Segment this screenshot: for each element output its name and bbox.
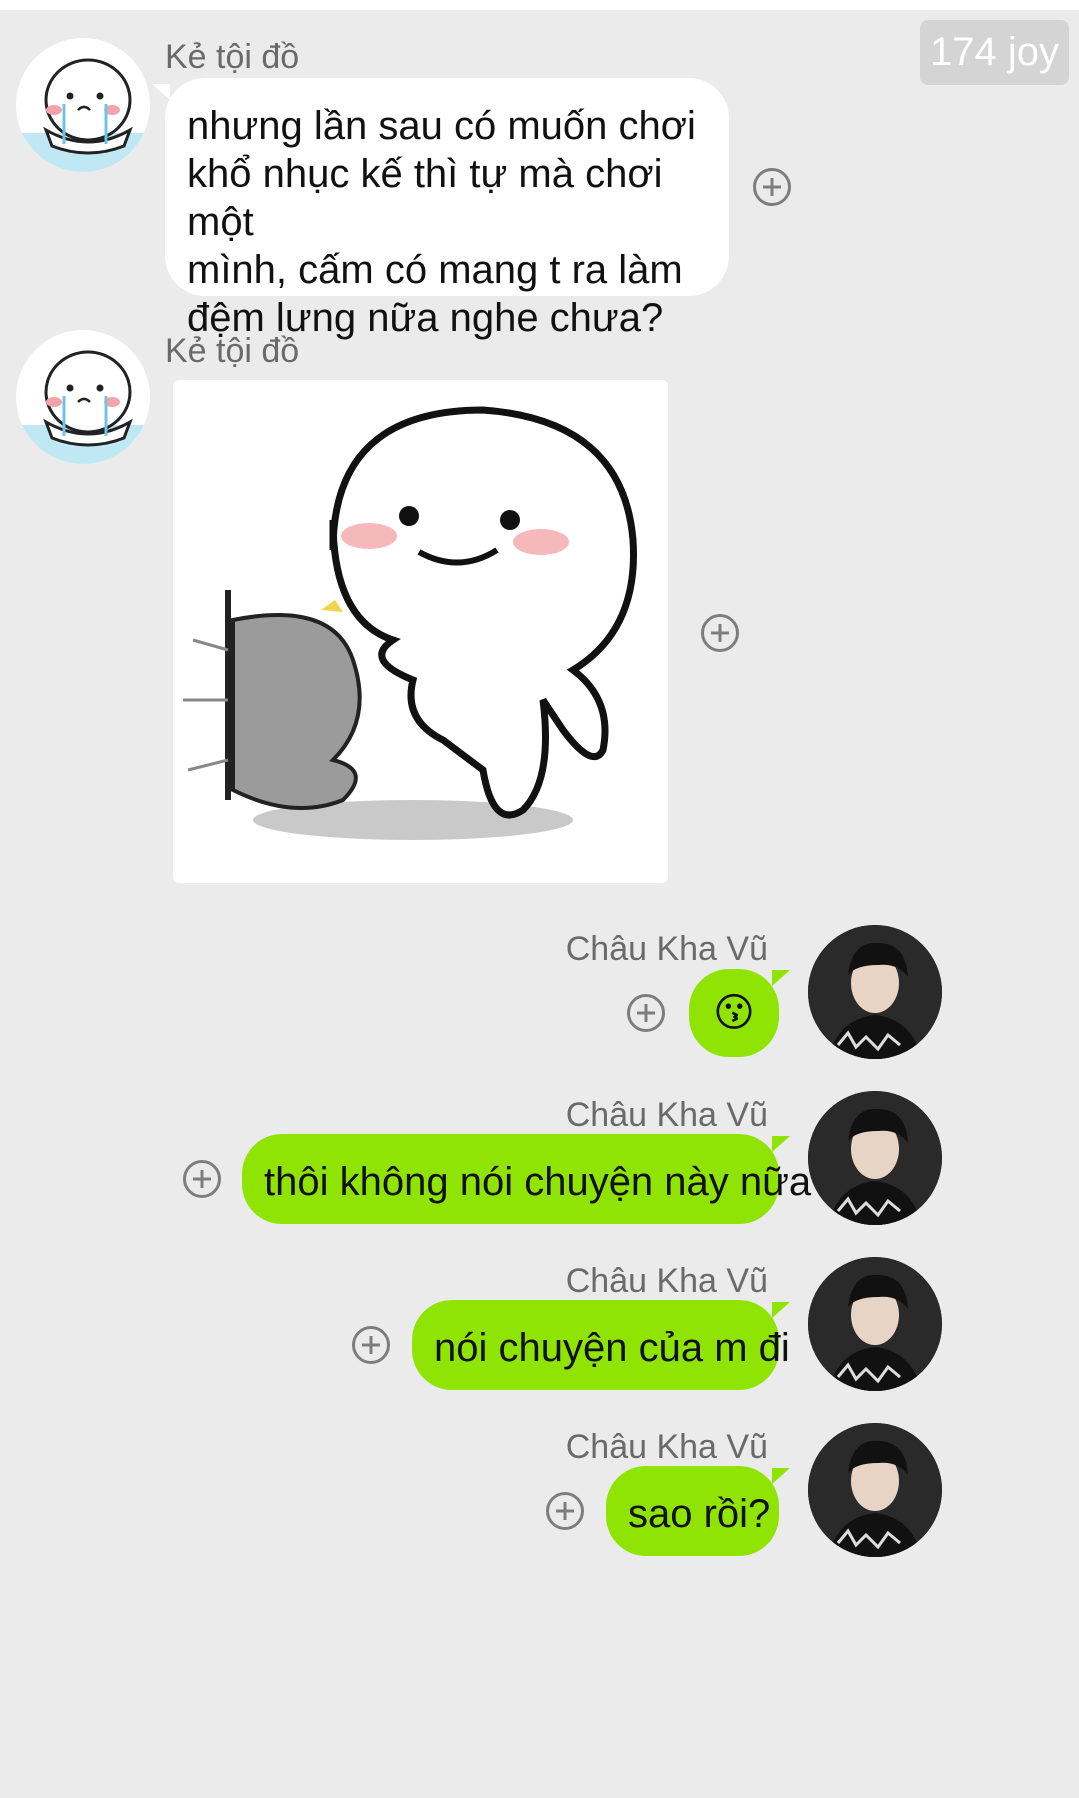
add-reaction-icon[interactable] [546, 1492, 584, 1530]
crying-blob-avatar-icon [16, 350, 150, 464]
add-reaction-icon[interactable] [352, 1326, 390, 1364]
message-bubble-outgoing[interactable]: 😗 [689, 969, 779, 1057]
add-reaction-icon[interactable] [753, 168, 791, 206]
sender-name: Kẻ tội đồ [165, 38, 300, 76]
sender-name: Châu Kha Vũ [565, 930, 768, 968]
avatar-other[interactable] [16, 38, 150, 172]
message-text: sao rồi? [628, 1492, 771, 1536]
message-line: nhưng lần sau có muốn chơi [187, 104, 696, 148]
message-bubble-incoming[interactable]: nhưng lần sau có muốn chơi khổ nhục kế t… [165, 78, 729, 340]
bubble-tail [772, 1468, 790, 1484]
watermark: 174 joy [920, 20, 1069, 85]
bubble-tail [772, 970, 790, 986]
sender-name: Châu Kha Vũ [565, 1428, 768, 1466]
message-bubble-outgoing[interactable]: sao rồi? [606, 1466, 779, 1556]
add-reaction-icon[interactable] [701, 614, 739, 652]
avatar-me[interactable] [808, 925, 942, 1059]
crying-blob-avatar-icon [16, 58, 150, 172]
message-bubble-outgoing[interactable]: nói chuyện của m đi [412, 1300, 790, 1390]
avatar-me[interactable] [808, 1423, 942, 1557]
blob-kicking-sticker-icon [183, 406, 637, 840]
bubble-tail [772, 1136, 790, 1152]
message-text: thôi không nói chuyện này nữa [264, 1160, 812, 1204]
bubble-tail [152, 84, 170, 100]
profile-photo-icon [808, 1257, 942, 1391]
sticker-message[interactable] [173, 380, 668, 883]
message-line: mình, cấm có mang t ra làm [187, 248, 683, 292]
sender-name: Châu Kha Vũ [565, 1096, 768, 1134]
sender-name: Châu Kha Vũ [565, 1262, 768, 1300]
avatar-me[interactable] [808, 1257, 942, 1391]
sender-name: Kẻ tội đồ [165, 332, 300, 370]
message-text: 😗 [713, 990, 755, 1036]
profile-photo-icon [808, 1091, 942, 1225]
avatar-me[interactable] [808, 1091, 942, 1225]
message-text: nói chuyện của m đi [434, 1326, 790, 1370]
status-strip [0, 0, 1079, 10]
message-line: khổ nhục kế thì tự mà chơi một [187, 152, 663, 244]
add-reaction-icon[interactable] [627, 994, 665, 1032]
profile-photo-icon [808, 925, 942, 1059]
message-bubble-outgoing[interactable]: thôi không nói chuyện này nữa [242, 1134, 811, 1224]
add-reaction-icon[interactable] [183, 1160, 221, 1198]
profile-photo-icon [808, 1423, 942, 1557]
bubble-tail [772, 1302, 790, 1318]
avatar-other[interactable] [16, 330, 150, 464]
